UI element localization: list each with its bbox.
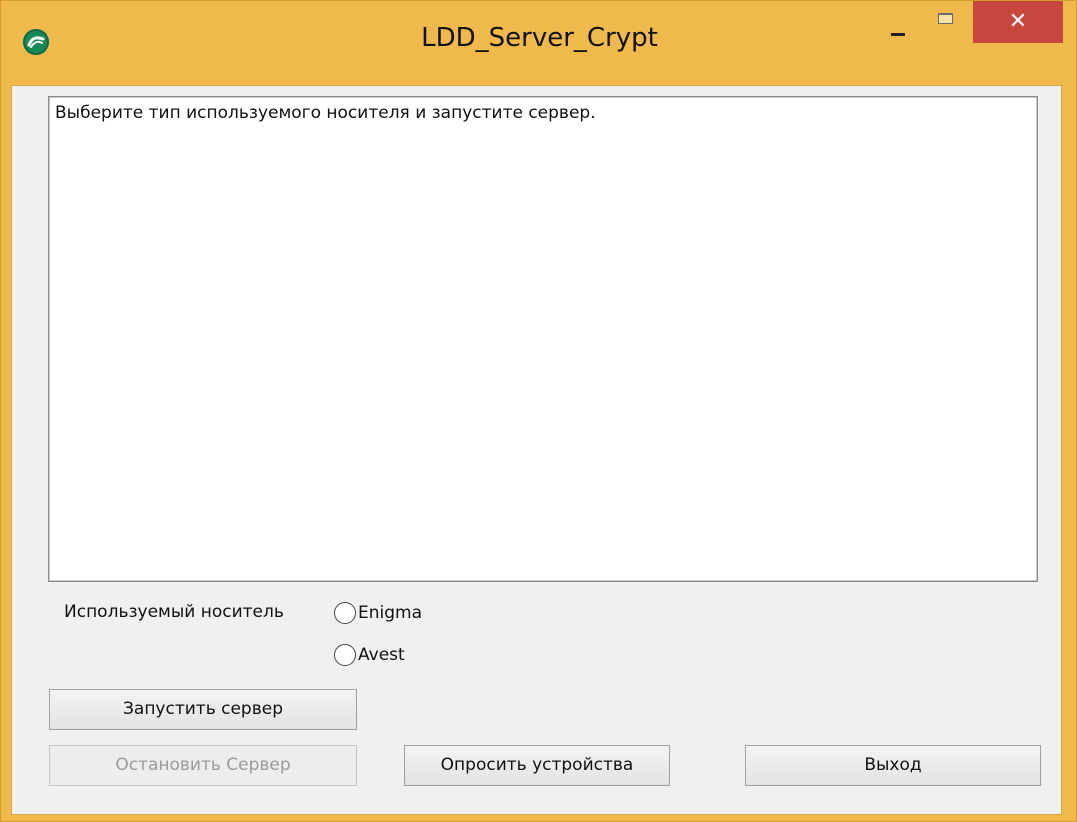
app-window: LDD_Server_Crypt ✕ Выберите тип использу… [0,0,1077,822]
exit-button[interactable]: Выход [745,745,1041,786]
log-text: Выберите тип используемого носителя и за… [55,103,596,123]
radio-enigma[interactable] [334,602,356,624]
maximize-button[interactable] [927,1,975,43]
radio-enigma-label[interactable]: Enigma [358,603,422,623]
minimize-button[interactable] [871,1,929,43]
title-bar[interactable]: LDD_Server_Crypt ✕ [1,1,1076,85]
client-area: Выберите тип используемого носителя и за… [11,85,1062,815]
log-textarea[interactable]: Выберите тип используемого носителя и за… [48,96,1038,582]
maximize-icon [938,13,953,24]
minimize-icon [891,33,905,36]
close-button[interactable]: ✕ [973,1,1063,43]
start-server-button[interactable]: Запустить сервер [49,689,357,730]
stop-server-button[interactable]: Остановить Сервер [49,745,357,786]
radio-avest-label[interactable]: Avest [358,645,405,665]
media-label: Используемый носитель [64,602,284,622]
poll-devices-button[interactable]: Опросить устройства [404,745,670,786]
close-icon: ✕ [1008,9,1028,34]
radio-avest[interactable] [334,644,356,666]
